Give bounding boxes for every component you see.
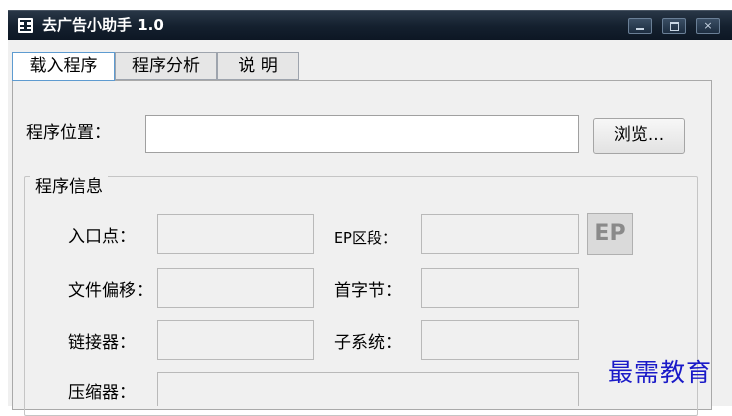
- tab-program-analysis[interactable]: 程序分析: [115, 52, 217, 80]
- close-button[interactable]: ×: [696, 18, 720, 34]
- subsystem-field[interactable]: [421, 320, 579, 360]
- linker-field[interactable]: [157, 320, 314, 360]
- ep-button[interactable]: EP: [587, 213, 633, 255]
- tab-instructions[interactable]: 说 明: [217, 52, 299, 80]
- path-label: 程序位置：: [26, 123, 111, 143]
- app-icon: [18, 18, 33, 33]
- maximize-button[interactable]: [662, 18, 686, 34]
- subsystem-label: 子系统：: [334, 333, 402, 353]
- packer-field[interactable]: [157, 372, 579, 406]
- path-input[interactable]: [145, 115, 579, 153]
- minimize-button[interactable]: [628, 18, 652, 34]
- file-offset-label: 文件偏移：: [68, 281, 153, 301]
- first-bytes-label: 首字节：: [334, 281, 402, 301]
- ep-section-field[interactable]: [421, 214, 579, 254]
- window-title: 去广告小助手 1.0: [42, 16, 164, 34]
- packer-label: 压缩器：: [68, 383, 136, 403]
- browse-button[interactable]: 浏览...: [593, 118, 685, 154]
- tab-load-program[interactable]: 载入程序: [12, 52, 115, 81]
- program-info-title: 程序信息: [30, 176, 108, 198]
- close-icon: ×: [703, 19, 713, 32]
- file-offset-field[interactable]: [157, 268, 314, 308]
- title-bar[interactable]: 去广告小助手 1.0 ×: [8, 10, 732, 40]
- first-bytes-field[interactable]: [421, 268, 579, 308]
- ep-section-label: EP区段：: [334, 229, 398, 247]
- entry-point-label: 入口点：: [68, 227, 136, 247]
- watermark: 最需教育: [608, 358, 713, 387]
- entry-point-field[interactable]: [157, 214, 314, 254]
- linker-label: 链接器：: [68, 333, 136, 353]
